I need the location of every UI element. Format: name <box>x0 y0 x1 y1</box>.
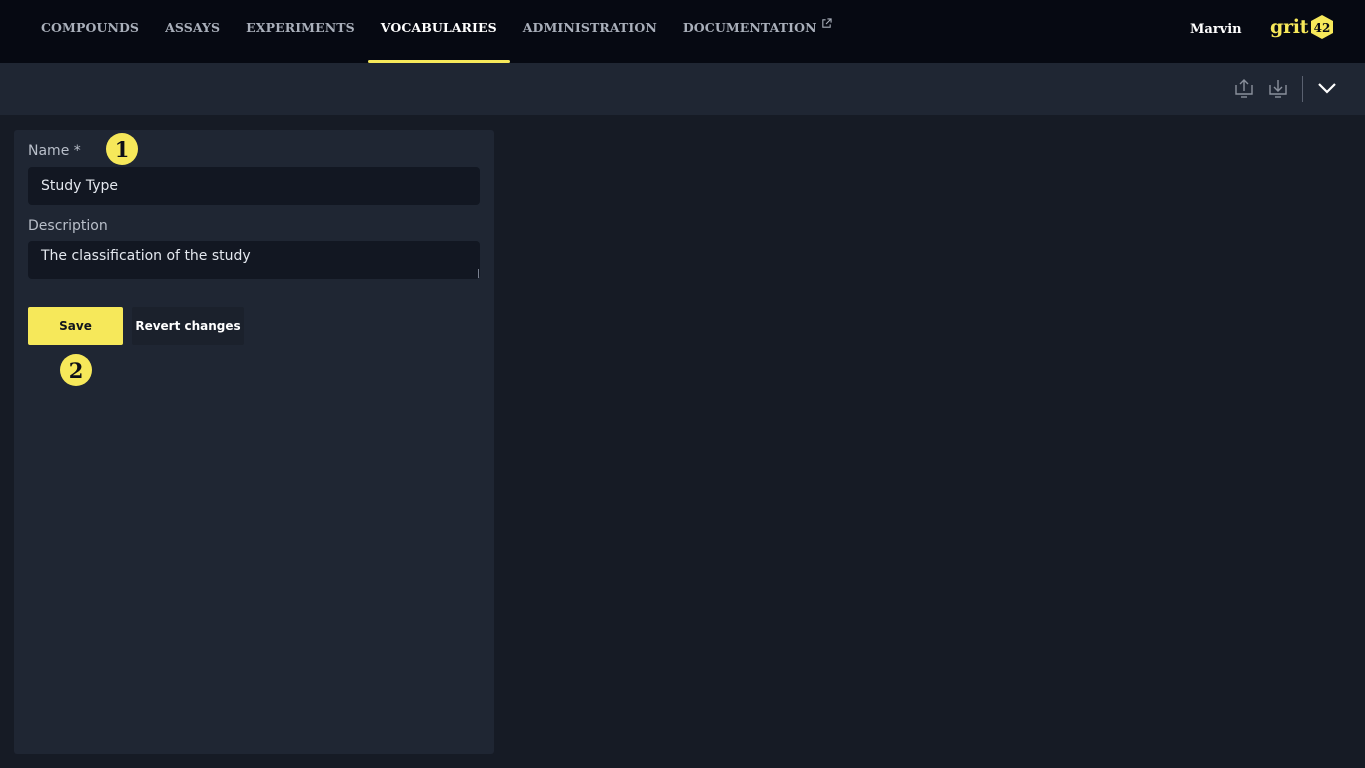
upload-icon <box>1235 79 1253 98</box>
name-input-value: Study Type <box>41 178 119 194</box>
top-navigation-bar: COMPOUNDS ASSAYS EXPERIMENTS VOCABULARIE… <box>0 0 1365 63</box>
external-link-icon <box>821 18 832 28</box>
description-label: Description <box>28 218 108 234</box>
nav-item-label: VOCABULARIES <box>380 20 497 35</box>
collapse-toggle-button[interactable] <box>1314 75 1340 101</box>
nav-item-label: DOCUMENTATION <box>682 20 817 35</box>
nav-item-compounds[interactable]: COMPOUNDS <box>28 0 152 63</box>
page-toolbar <box>0 63 1365 115</box>
description-textarea-value: The classification of the study <box>41 248 251 264</box>
chevron-down-icon <box>1318 83 1336 94</box>
step-marker-2: 2 <box>60 354 92 386</box>
revert-changes-button[interactable]: Revert changes <box>132 307 244 345</box>
nav-item-documentation[interactable]: DOCUMENTATION <box>670 0 845 63</box>
logo-badge-text: 42 <box>1314 21 1331 35</box>
name-input[interactable]: Study Type <box>28 167 480 205</box>
save-button[interactable]: Save <box>28 307 123 345</box>
app-logo[interactable]: grit 42 <box>1270 14 1335 40</box>
nav-item-experiments[interactable]: EXPERIMENTS <box>233 0 368 63</box>
logo-badge: 42 <box>1311 15 1334 39</box>
name-label: Name * <box>28 143 81 159</box>
upload-button[interactable] <box>1231 75 1257 101</box>
main-nav: COMPOUNDS ASSAYS EXPERIMENTS VOCABULARIE… <box>28 0 845 63</box>
nav-item-administration[interactable]: ADMINISTRATION <box>510 0 670 63</box>
step-marker-1: 1 <box>106 133 138 165</box>
download-icon <box>1269 80 1287 98</box>
textarea-resize-handle[interactable] <box>478 269 479 278</box>
user-menu[interactable]: Marvin <box>1190 22 1242 37</box>
nav-item-vocabularies[interactable]: VOCABULARIES <box>367 0 510 63</box>
toolbar-divider <box>1302 76 1303 102</box>
download-button[interactable] <box>1265 75 1291 101</box>
nav-item-label: ADMINISTRATION <box>522 20 657 35</box>
logo-text: grit <box>1270 16 1309 38</box>
nav-item-label: ASSAYS <box>165 20 221 35</box>
nav-item-assays[interactable]: ASSAYS <box>152 0 233 63</box>
vocabulary-form-panel: Name * Study Type Description The classi… <box>14 130 494 754</box>
nav-item-label: EXPERIMENTS <box>246 20 355 35</box>
nav-item-label: COMPOUNDS <box>41 20 140 35</box>
description-textarea[interactable]: The classification of the study <box>28 241 480 279</box>
